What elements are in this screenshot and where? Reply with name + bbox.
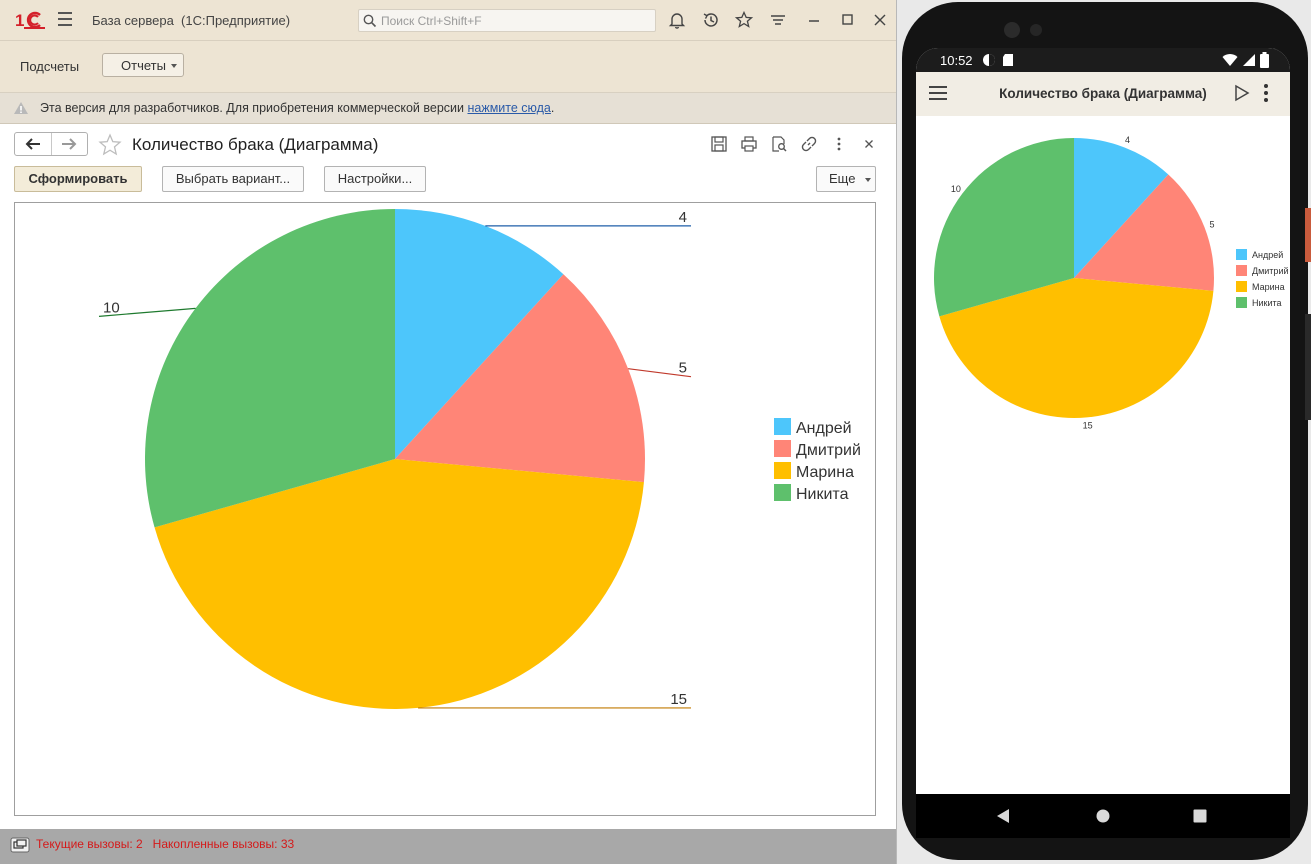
- phone-pie-chart: 4 5 15 10 Андрей Дмитрий Марина Никита: [934, 135, 1289, 430]
- legend-swatch: [1236, 265, 1247, 276]
- legend-label: Никита: [1252, 298, 1282, 308]
- chart-area[interactable]: 4 5 15 10 Андрей Дмитрий Марина Никита: [14, 202, 876, 816]
- signal-icon: [1242, 53, 1256, 70]
- preview-icon[interactable]: [770, 135, 788, 153]
- phone-screen: 10:52 Количество брака (Диаграмма) 4 5 15 1…: [916, 48, 1290, 838]
- legend-label: Марина: [796, 464, 854, 481]
- add-to-favorites-star-icon[interactable]: [98, 133, 122, 160]
- legend-swatch: [1236, 281, 1247, 292]
- close-icon[interactable]: [870, 10, 890, 30]
- app-window: 1 База сервера (1С:Предприятие) Поиск Ct…: [0, 0, 897, 864]
- more-actions-icon[interactable]: [830, 135, 848, 153]
- title-bar: 1 База сервера (1С:Предприятие) Поиск Ct…: [0, 0, 896, 40]
- more-button-label: Еще: [829, 171, 856, 186]
- functions-menu-icon[interactable]: [768, 10, 788, 30]
- 1c-logo-icon[interactable]: 1: [14, 9, 46, 31]
- legend-swatch: [1236, 297, 1247, 308]
- settings-button[interactable]: Настройки...: [324, 166, 426, 192]
- volume-button[interactable]: [1305, 314, 1311, 420]
- legend-swatch: [774, 484, 791, 501]
- legend-swatch: [774, 418, 791, 435]
- data-label: 4: [679, 209, 687, 226]
- reports-dropdown-label: Отчеты: [121, 58, 166, 73]
- forward-arrow-icon[interactable]: [59, 137, 79, 154]
- history-icon[interactable]: [701, 10, 721, 30]
- more-button[interactable]: Еще: [816, 166, 876, 192]
- status-bar: Текущие вызовы: 2 Накопленные вызовы: 33: [0, 829, 896, 864]
- legend-label: Дмитрий: [796, 442, 861, 459]
- pie-chart: 4 5 15 10 Андрей Дмитрий Марина Никита: [98, 209, 861, 709]
- nav-divider: [51, 133, 52, 155]
- home-circle-icon[interactable]: [1096, 809, 1110, 826]
- legend-label: Андрей: [796, 420, 852, 437]
- search-input[interactable]: Поиск Ctrl+Shift+F: [358, 9, 656, 32]
- more-vert-icon[interactable]: [1262, 83, 1270, 106]
- warning-icon: [14, 102, 28, 114]
- sections-panel: Подсчеты Отчеты: [0, 40, 896, 92]
- warning-message: Эта версия для разработчиков. Для приобр…: [40, 101, 468, 115]
- link-icon[interactable]: [800, 135, 818, 153]
- play-icon[interactable]: [1234, 84, 1250, 105]
- legend-swatch: [774, 440, 791, 457]
- sensor-icon: [1030, 24, 1042, 36]
- legend-label: Дмитрий: [1252, 266, 1289, 276]
- minimize-icon[interactable]: [804, 10, 824, 30]
- search-icon: [363, 14, 377, 28]
- phone-time: 10:52: [940, 53, 973, 68]
- favorites-star-icon[interactable]: [734, 10, 754, 30]
- phone-status-bar: 10:52: [916, 48, 1290, 72]
- bell-icon[interactable]: [667, 10, 687, 30]
- close-report-icon[interactable]: [860, 135, 878, 153]
- choose-variant-button[interactable]: Выбрать вариант...: [162, 166, 304, 192]
- power-button[interactable]: [1305, 208, 1311, 262]
- server-calls-text: Текущие вызовы: 2 Накопленные вызовы: 33: [36, 837, 295, 851]
- back-triangle-icon[interactable]: [996, 808, 1010, 827]
- history-nav: [14, 132, 88, 156]
- search-placeholder: Поиск Ctrl+Shift+F: [381, 14, 482, 28]
- warning-tail: .: [550, 101, 555, 115]
- server-calls-icon[interactable]: [10, 836, 30, 857]
- window-title: База сервера (1С:Предприятие): [92, 13, 291, 28]
- data-label: 15: [670, 691, 687, 708]
- legend-label: Никита: [796, 486, 849, 503]
- chevron-down-icon: [865, 178, 871, 182]
- data-label: 10: [103, 299, 120, 316]
- data-label: 4: [1125, 135, 1130, 145]
- print-icon[interactable]: [740, 135, 758, 153]
- data-label: 5: [1209, 220, 1214, 230]
- data-label: 5: [679, 360, 687, 377]
- svg-text:1: 1: [15, 11, 24, 30]
- data-label: 15: [1083, 420, 1093, 430]
- legend-swatch: [774, 462, 791, 479]
- battery-icon: [1260, 52, 1269, 71]
- legend-label: Марина: [1252, 282, 1285, 292]
- data-label: 10: [951, 184, 961, 194]
- save-icon[interactable]: [710, 135, 728, 153]
- report-title: Количество брака (Диаграмма): [132, 135, 379, 154]
- menu-icon[interactable]: [58, 12, 72, 26]
- phone-app-header: Количество брака (Диаграмма): [916, 72, 1290, 116]
- front-camera-icon: [1004, 22, 1020, 38]
- legend-label: Андрей: [1252, 250, 1283, 260]
- warning-text: Эта версия для разработчиков. Для приобр…: [40, 101, 554, 115]
- reports-dropdown[interactable]: Отчеты: [102, 53, 184, 77]
- app-notification-icon: [982, 53, 996, 70]
- back-arrow-icon[interactable]: [23, 137, 43, 154]
- chevron-down-icon: [171, 64, 177, 68]
- generate-button[interactable]: Сформировать: [14, 166, 142, 192]
- developer-warning-bar: Эта версия для разработчиков. Для приобр…: [0, 92, 896, 124]
- sd-card-icon: [1002, 53, 1014, 70]
- wifi-icon: [1222, 53, 1238, 70]
- purchase-link[interactable]: нажмите сюда: [467, 101, 550, 115]
- phone-nav-bar: [916, 794, 1290, 838]
- maximize-icon[interactable]: [838, 10, 858, 30]
- legend-swatch: [1236, 249, 1247, 260]
- section-podschety[interactable]: Подсчеты: [20, 59, 79, 74]
- recents-square-icon[interactable]: [1193, 809, 1207, 826]
